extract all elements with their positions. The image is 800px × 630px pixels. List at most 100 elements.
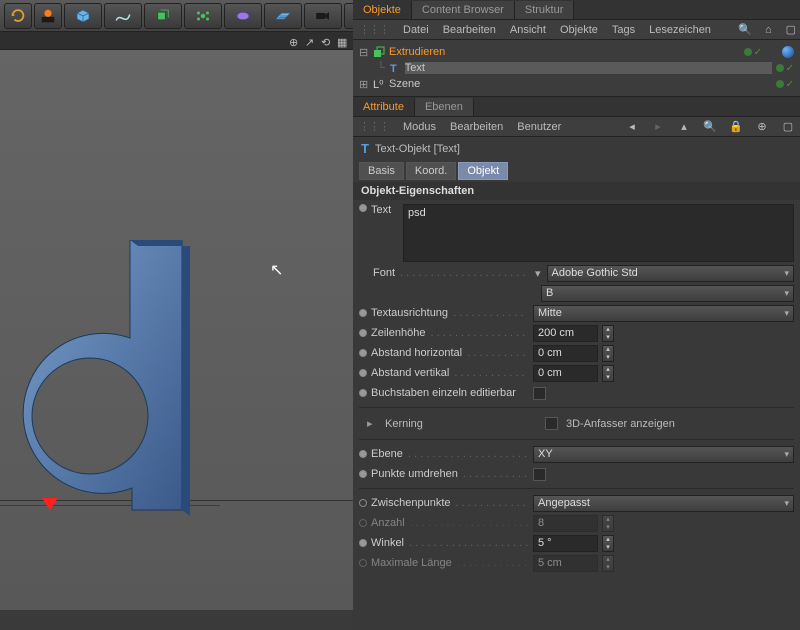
- anim-dot[interactable]: [359, 369, 367, 377]
- menu-view[interactable]: Ansicht: [510, 24, 546, 36]
- extrude-icon: [373, 46, 385, 58]
- search-icon[interactable]: 🔍: [704, 121, 716, 133]
- spinner[interactable]: [602, 535, 614, 552]
- prop-angle: Winkel 5 °: [359, 534, 794, 552]
- render-check-icon[interactable]: ✓: [786, 79, 794, 90]
- anim-dot[interactable]: [359, 389, 367, 397]
- search-icon[interactable]: 🔍: [739, 24, 751, 36]
- anim-dot[interactable]: [359, 204, 367, 212]
- generator-button[interactable]: [144, 3, 182, 29]
- font-weight-select[interactable]: B: [541, 285, 794, 302]
- redo-button[interactable]: [34, 3, 62, 29]
- dropdown-icon[interactable]: ▾: [535, 267, 541, 280]
- prop-text: Text: [359, 204, 794, 262]
- phong-tag-icon[interactable]: [782, 46, 794, 58]
- prop-kerning: ▸ Kerning 3D-Anfasser anzeigen: [359, 413, 794, 434]
- anim-dot[interactable]: [359, 470, 367, 478]
- object-manager-tabs: Objekte Content Browser Struktur: [353, 0, 800, 20]
- tree-row-extrude[interactable]: ⊟ Extrudieren ✓: [359, 44, 794, 60]
- tree-row-text[interactable]: └ T Text ✓: [359, 60, 794, 76]
- vp-nav4-icon[interactable]: ▦: [337, 36, 347, 46]
- cube-primitive-button[interactable]: [64, 3, 102, 29]
- camera-button[interactable]: [304, 3, 342, 29]
- collapse-icon[interactable]: ⊟: [359, 46, 369, 59]
- tree-row-scene[interactable]: ⊞ L⁰ Szene ✓: [359, 76, 794, 92]
- expand-icon[interactable]: ▢: [786, 24, 796, 36]
- floor-button[interactable]: [264, 3, 302, 29]
- forward-icon[interactable]: ▸: [652, 121, 664, 133]
- render-check-icon[interactable]: ✓: [786, 63, 794, 74]
- editable-checkbox[interactable]: [533, 387, 546, 400]
- viewport-canvas[interactable]: ↖: [0, 50, 353, 610]
- vp-nav3-icon[interactable]: ⟲: [321, 36, 331, 46]
- grip-icon[interactable]: ⋮⋮⋮: [359, 120, 389, 133]
- anim-dot[interactable]: [359, 309, 367, 317]
- back-icon[interactable]: ◂: [626, 121, 638, 133]
- spinner[interactable]: [602, 325, 614, 342]
- render-check-icon[interactable]: ✓: [754, 47, 762, 58]
- anim-dot[interactable]: [359, 329, 367, 337]
- deformer-button[interactable]: [224, 3, 262, 29]
- array-button[interactable]: [184, 3, 222, 29]
- menu-bookmarks[interactable]: Lesezeichen: [649, 24, 711, 36]
- home-icon[interactable]: ⌂: [765, 24, 772, 36]
- vp-nav2-icon[interactable]: ↗: [305, 36, 315, 46]
- tab-content-browser[interactable]: Content Browser: [412, 1, 515, 19]
- tab-layers[interactable]: Ebenen: [415, 98, 474, 116]
- tab-attributes[interactable]: Attribute: [353, 98, 415, 116]
- vspace-input[interactable]: 0 cm: [533, 365, 598, 382]
- anim-dot[interactable]: [359, 450, 367, 458]
- menu-tags[interactable]: Tags: [612, 24, 635, 36]
- spline-button[interactable]: [104, 3, 142, 29]
- expand-icon[interactable]: ▸: [367, 417, 377, 430]
- angle-input[interactable]: 5 °: [533, 535, 598, 552]
- prop-label: Font: [373, 267, 531, 279]
- up-icon[interactable]: ▴: [678, 121, 690, 133]
- 3d-text-object[interactable]: [0, 240, 195, 520]
- spinner[interactable]: [602, 345, 614, 362]
- hspace-input[interactable]: 0 cm: [533, 345, 598, 362]
- intermediate-select[interactable]: Angepasst: [533, 495, 794, 512]
- font-select[interactable]: Adobe Gothic Std: [547, 265, 794, 282]
- align-select[interactable]: Mitte: [533, 305, 794, 322]
- undo-button[interactable]: [4, 3, 32, 29]
- vp-nav1-icon[interactable]: ⊕: [289, 36, 299, 46]
- menu-file[interactable]: Datei: [403, 24, 429, 36]
- spinner[interactable]: [602, 365, 614, 382]
- visibility-dot[interactable]: [744, 48, 752, 56]
- prop-font-weight: B: [359, 284, 794, 302]
- menu-mode[interactable]: Modus: [403, 121, 436, 133]
- anim-dot[interactable]: [359, 349, 367, 357]
- prop-maxlen: Maximale Länge 5 cm: [359, 554, 794, 572]
- flip-checkbox[interactable]: [533, 468, 546, 481]
- expand-icon[interactable]: ▢: [782, 121, 794, 133]
- lineheight-input[interactable]: 200 cm: [533, 325, 598, 342]
- prop-label: Ebene: [371, 448, 529, 460]
- prop-label: Abstand vertikal: [371, 367, 529, 379]
- menu-edit-attr[interactable]: Bearbeiten: [450, 121, 503, 133]
- expand-icon[interactable]: ⊞: [359, 78, 369, 91]
- subtab-object[interactable]: Objekt: [458, 162, 508, 180]
- menu-objects[interactable]: Objekte: [560, 24, 598, 36]
- section-header: Objekt-Eigenschaften: [353, 182, 800, 200]
- subtab-basic[interactable]: Basis: [359, 162, 404, 180]
- tab-structure[interactable]: Struktur: [515, 1, 575, 19]
- tree-label[interactable]: Extrudieren: [389, 46, 740, 58]
- anim-dot[interactable]: [359, 499, 367, 507]
- grip-icon[interactable]: ⋮⋮⋮: [359, 23, 389, 36]
- tree-label[interactable]: Text: [405, 62, 772, 74]
- plane-select[interactable]: XY: [533, 446, 794, 463]
- text-input[interactable]: [403, 204, 794, 262]
- right-panel-area: Objekte Content Browser Struktur ⋮⋮⋮ Dat…: [353, 0, 800, 630]
- tab-objects[interactable]: Objekte: [353, 1, 412, 19]
- menu-user[interactable]: Benutzer: [517, 121, 561, 133]
- visibility-dot[interactable]: [776, 64, 784, 72]
- anim-dot[interactable]: [359, 539, 367, 547]
- new-icon[interactable]: ⊕: [756, 121, 768, 133]
- subtab-coord[interactable]: Koord.: [406, 162, 456, 180]
- kerning-3d-checkbox[interactable]: [545, 417, 558, 430]
- menu-edit[interactable]: Bearbeiten: [443, 24, 496, 36]
- visibility-dot[interactable]: [776, 80, 784, 88]
- tree-label[interactable]: Szene: [389, 78, 772, 90]
- lock-icon[interactable]: 🔒: [730, 121, 742, 133]
